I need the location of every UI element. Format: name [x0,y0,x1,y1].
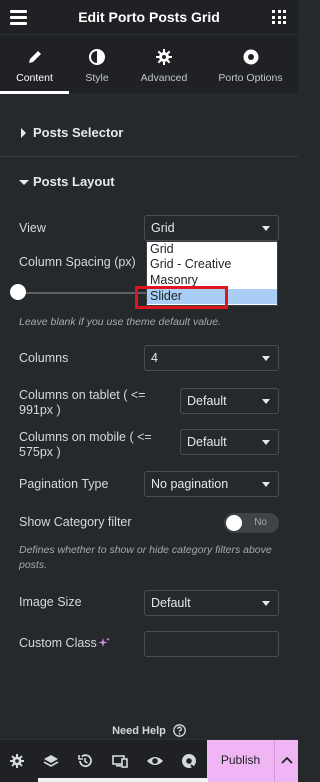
tab-content[interactable]: Content [0,35,69,94]
publish-options-button[interactable] [274,740,298,782]
view-label: View [19,221,46,235]
layers-icon[interactable] [42,752,60,770]
image-size-select[interactable]: Default [144,590,279,616]
view-option-grid-creative[interactable]: Grid - Creative [147,257,277,272]
view-select-value: Grid [151,221,175,235]
chevron-down-icon [262,356,270,361]
need-help-label: Need Help [112,725,166,737]
tab-style[interactable]: Style [69,35,125,94]
view-dropdown-list: Grid Grid - Creative Masonry Slider [146,241,278,306]
column-spacing-hint: Leave blank if you use theme default val… [19,316,221,328]
columns-mobile-select[interactable]: Default [180,429,279,455]
columns-label: Columns [19,351,69,365]
toggle-knob [226,515,242,531]
section-posts-selector[interactable]: Posts Selector [0,114,298,152]
chevron-down-icon [262,601,270,606]
gear-icon [156,49,172,65]
pagination-type-label: Pagination Type [19,477,109,491]
tab-content-label: Content [16,72,53,84]
chevron-down-icon [262,226,270,231]
column-spacing-track[interactable] [19,292,159,294]
help-circle-icon [173,724,186,737]
section-posts-layout[interactable]: Posts Layout [0,163,298,201]
columns-mobile-label: Columns on mobile ( <= 575px ) [19,430,152,459]
chevron-down-icon [262,440,270,445]
porto-icon[interactable] [180,752,198,770]
view-select[interactable]: Grid [144,215,279,241]
pagination-type-select-value: No pagination [151,477,229,491]
show-category-filter-label: Show Category filter [19,515,132,529]
tab-advanced-label: Advanced [140,72,188,84]
view-option-slider[interactable]: Slider [147,289,277,304]
pagination-type-select[interactable]: No pagination [144,471,279,497]
widgets-grid-icon[interactable] [272,10,286,24]
panel-title: Edit Porto Posts Grid [78,9,220,25]
columns-mobile-select-value: Default [187,435,227,449]
tab-advanced[interactable]: Advanced [125,35,203,94]
caret-right-icon [21,128,26,138]
publish-button[interactable]: Publish [207,740,274,782]
custom-class-input[interactable] [144,631,279,657]
bottom-toolbar: Publish [0,739,298,782]
chevron-down-icon [262,482,270,487]
columns-tablet-select[interactable]: Default [180,388,279,414]
view-option-masonry[interactable]: Masonry [147,273,277,288]
caret-down-icon [19,180,29,185]
settings-gear-icon[interactable] [8,752,26,770]
show-category-filter-toggle[interactable]: No [224,513,279,533]
section-posts-selector-label: Posts Selector [33,125,124,140]
image-size-select-value: Default [151,596,191,610]
chevron-down-icon [262,399,270,404]
custom-class-label: Custom Class [19,636,97,650]
section-posts-layout-label: Posts Layout [33,174,115,189]
column-spacing-label: Column Spacing (px) [19,255,136,269]
show-category-filter-hint: Defines whether to show or hide category… [19,544,272,571]
ai-sparkle-icon[interactable] [98,637,110,649]
need-help-link[interactable]: Need Help [0,724,298,737]
history-icon[interactable] [76,752,94,770]
image-size-label: Image Size [19,595,82,609]
tab-porto-options[interactable]: Porto Options [203,35,298,94]
toggle-text: No [254,517,267,528]
panel-header: Edit Porto Posts Grid [0,0,298,34]
tab-style-label: Style [85,72,109,84]
pencil-icon [28,51,41,63]
columns-tablet-label: Columns on tablet ( <= 991px ) [19,388,146,417]
divider [0,156,298,157]
columns-tablet-select-value: Default [187,394,227,408]
responsive-icon[interactable] [111,752,129,770]
editor-tabs: Content Style Advanced Porto Options [0,34,298,94]
column-spacing-handle[interactable] [10,284,26,300]
columns-select-value: 4 [151,351,158,365]
scroll-strip [38,778,208,782]
porto-icon [243,49,258,65]
chevron-up-icon [281,756,293,764]
view-option-grid[interactable]: Grid [147,242,277,257]
columns-select[interactable]: 4 [144,345,279,371]
contrast-icon [89,49,105,65]
tab-porto-options-label: Porto Options [218,72,283,84]
eye-icon[interactable] [146,752,164,770]
